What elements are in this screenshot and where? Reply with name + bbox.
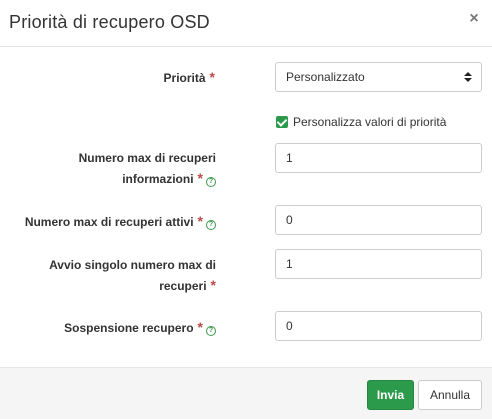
modal-header: Priorità di recupero OSD × (0, 0, 492, 47)
priority-select-value: Personalizzato (286, 70, 365, 84)
single-start-label-line2-wrap: recuperi * (20, 275, 216, 296)
customize-priority-checkbox-row[interactable]: Personalizza valori di priorità (276, 114, 446, 130)
single-start-max-recovery-label: Avvio singolo numero max di recuperi * (20, 255, 216, 296)
max-active-recovery-label: Numero max di recuperi attivi *? (4, 211, 216, 232)
required-marker: * (197, 319, 203, 335)
max-recovery-info-label-line2: informazioni (122, 172, 194, 186)
single-start-max-recovery-input[interactable]: 1 (275, 249, 482, 279)
help-icon[interactable]: ? (206, 177, 216, 187)
help-icon[interactable]: ? (206, 220, 216, 230)
close-icon[interactable]: × (467, 11, 481, 27)
modal-title: Priorità di recupero OSD (9, 12, 210, 32)
single-start-label-line2: recuperi (159, 279, 207, 293)
priority-select[interactable]: Personalizzato (275, 62, 482, 92)
max-recovery-info-label: Numero max di recuperi informazioni *? (20, 148, 216, 189)
customize-priority-label: Personalizza valori di priorità (293, 115, 447, 129)
priority-label-text: Priorità (163, 71, 206, 85)
priority-label: Priorità * (100, 67, 215, 88)
required-marker: * (197, 170, 203, 186)
max-active-recovery-label-text: Numero max di recuperi attivi (24, 215, 194, 229)
required-marker: * (197, 213, 203, 229)
recovery-sleep-label-text: Sospensione recupero (64, 321, 194, 335)
max-recovery-info-label-line2-wrap: informazioni *? (20, 168, 216, 189)
cancel-button[interactable]: Annulla (418, 380, 482, 410)
customize-priority-checkbox[interactable] (276, 116, 288, 128)
recovery-sleep-input[interactable]: 0 (275, 311, 482, 341)
max-active-recovery-input[interactable]: 0 (275, 205, 482, 235)
required-marker: * (209, 69, 215, 85)
select-caret-icon (464, 72, 472, 82)
max-recovery-info-label-line1: Numero max di recuperi (78, 151, 216, 165)
recovery-sleep-label: Sospensione recupero *? (20, 317, 216, 338)
required-marker: * (210, 277, 216, 293)
help-icon[interactable]: ? (206, 326, 216, 336)
max-recovery-info-input[interactable]: 1 (275, 143, 482, 173)
submit-button[interactable]: Invia (367, 380, 414, 410)
osd-recovery-priority-modal: Priorità di recupero OSD × Priorità * Per… (0, 0, 492, 419)
modal-footer: Invia Annulla (0, 367, 492, 419)
single-start-label-line1: Avvio singolo numero max di (49, 258, 216, 272)
